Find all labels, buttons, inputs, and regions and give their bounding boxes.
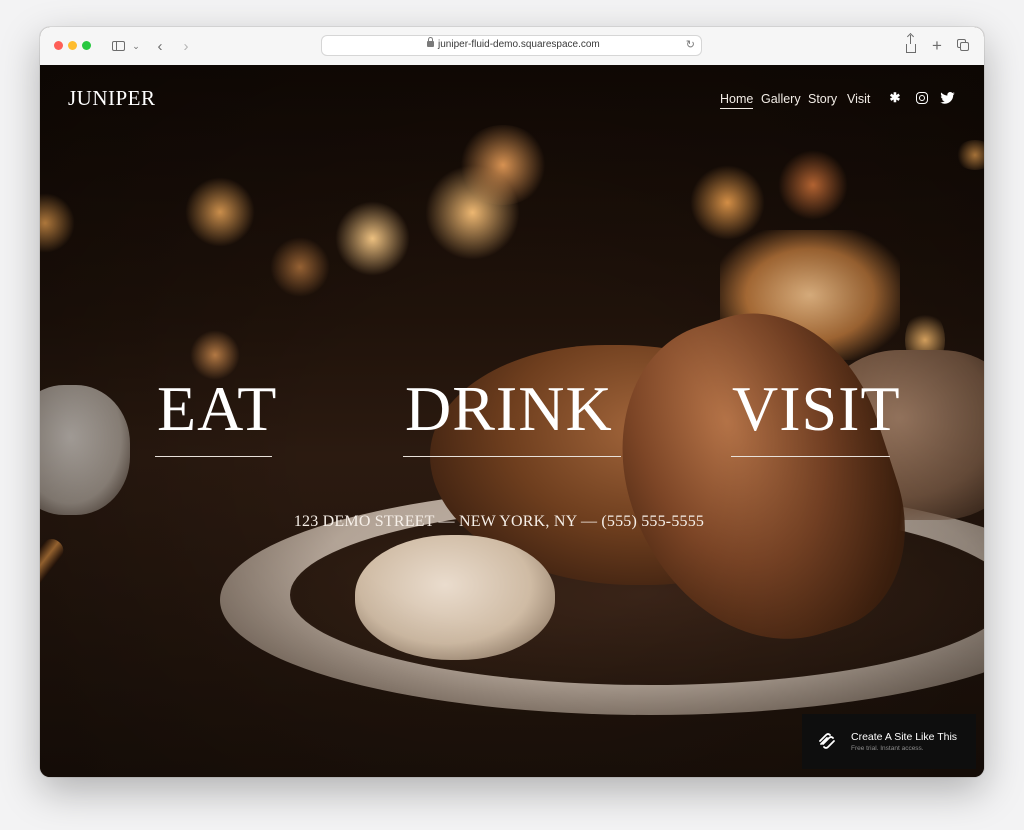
forward-button[interactable]: › — [180, 37, 192, 55]
address-line: 123 DEMO STREET — NEW YORK, NY — (555) 5… — [40, 513, 984, 531]
nav-story[interactable]: Story — [808, 92, 837, 106]
browser-toolbar: ⌄ ‹ › juniper-fluid-demo.squarespace.com… — [40, 27, 984, 66]
visit-link[interactable]: VISIT — [732, 377, 901, 441]
zoom-window-button[interactable] — [82, 41, 91, 50]
visit-underline — [731, 456, 890, 457]
site-logo[interactable]: JUNIPER — [68, 86, 156, 111]
squarespace-logo-icon — [818, 733, 836, 749]
address-url: juniper-fluid-demo.squarespace.com — [438, 39, 600, 50]
yelp-icon[interactable]: ✱ — [887, 90, 903, 106]
minimize-window-button[interactable] — [68, 41, 77, 50]
address-bar[interactable]: juniper-fluid-demo.squarespace.com ↻ — [321, 35, 702, 56]
instagram-icon[interactable] — [914, 90, 930, 106]
share-icon[interactable] — [904, 35, 918, 55]
eat-underline — [155, 456, 272, 457]
drink-link[interactable]: DRINK — [405, 377, 613, 441]
reload-icon[interactable]: ↻ — [686, 38, 695, 51]
nav-gallery[interactable]: Gallery — [761, 92, 801, 106]
tab-overview-icon[interactable] — [955, 37, 971, 55]
squarespace-badge[interactable]: Create A Site Like This Free trial. Inst… — [802, 714, 976, 769]
nav-visit[interactable]: Visit — [847, 92, 870, 106]
address-text: 123 DEMO STREET — NEW YORK, NY — (555) 5… — [293, 513, 705, 530]
eat-link[interactable]: EAT — [157, 377, 277, 441]
nav-home[interactable]: Home — [720, 92, 754, 109]
back-button[interactable]: ‹ — [154, 37, 166, 55]
hero-section: JUNIPER Home Gallery Story Visit ✱ EAT D… — [40, 65, 984, 777]
drink-underline — [403, 456, 621, 457]
lock-icon — [427, 37, 434, 47]
badge-subtitle: Free trial. Instant access. — [851, 745, 924, 752]
sidebar-toggle-icon[interactable] — [110, 37, 126, 55]
browser-window: ⌄ ‹ › juniper-fluid-demo.squarespace.com… — [40, 27, 984, 777]
close-window-button[interactable] — [54, 41, 63, 50]
twitter-icon[interactable] — [939, 90, 955, 106]
chevron-down-icon[interactable]: ⌄ — [131, 37, 141, 55]
badge-title: Create A Site Like This — [851, 731, 958, 743]
new-tab-button[interactable]: + — [930, 36, 944, 55]
